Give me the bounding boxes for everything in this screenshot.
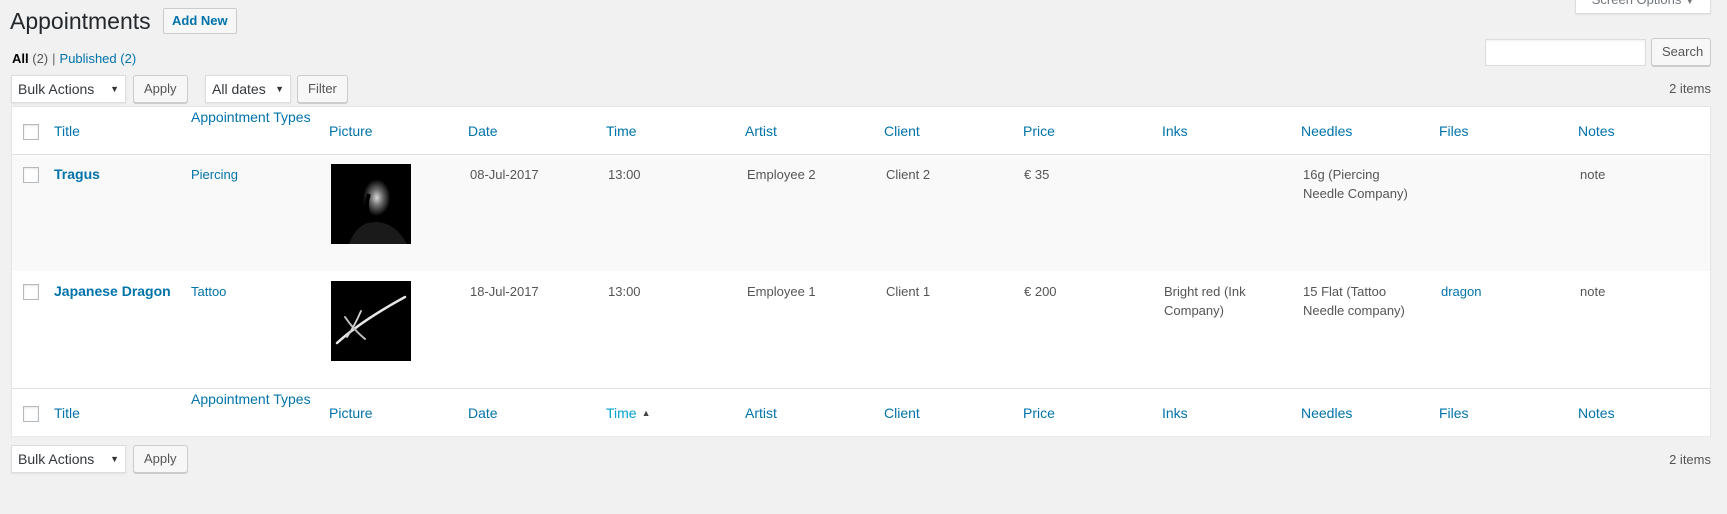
row-time: 13:00	[608, 284, 641, 299]
row-title-link[interactable]: Japanese Dragon	[54, 283, 171, 299]
appointments-table: Title Appointment Types Picture Date Tim…	[11, 106, 1711, 436]
caret-down-icon: ▼	[275, 84, 284, 94]
date-filter-value: All dates	[212, 81, 266, 97]
row-needles: 16g (Piercing Needle Company)	[1303, 167, 1408, 201]
search-input[interactable]	[1485, 39, 1646, 66]
screen-options-label: Screen Options	[1592, 0, 1682, 7]
column-date[interactable]: Date	[468, 405, 498, 421]
column-client[interactable]: Client	[884, 123, 920, 139]
column-appointment-types[interactable]: Appointment Types	[191, 391, 311, 407]
column-notes[interactable]: Notes	[1578, 123, 1615, 139]
brush-stroke-image	[331, 281, 411, 361]
status-views: All (2) | Published (2)	[12, 51, 136, 66]
sort-ascending-icon: ▲	[641, 408, 651, 418]
column-price[interactable]: Price	[1023, 123, 1055, 139]
column-title[interactable]: Title	[54, 405, 80, 421]
apply-button-bottom[interactable]: Apply	[133, 445, 188, 473]
row-needles: 15 Flat (Tattoo Needle company)	[1303, 284, 1405, 318]
row-price: € 35	[1024, 167, 1050, 182]
row-artist: Employee 2	[747, 167, 816, 182]
search-button[interactable]: Search	[1651, 38, 1711, 66]
row-date: 08-Jul-2017	[470, 167, 539, 182]
column-time[interactable]: Time	[606, 123, 637, 139]
caret-down-icon: ▼	[110, 84, 119, 94]
table-row: Japanese Dragon Tattoo 18-Jul-2017 13:00…	[12, 272, 1710, 388]
items-count-bottom: 2 items	[1669, 452, 1711, 467]
page-title: Appointments	[10, 8, 151, 34]
row-artist: Employee 1	[747, 284, 816, 299]
screen-options-button[interactable]: Screen Options▼	[1575, 0, 1711, 14]
column-time-sorted[interactable]: Time ▲	[606, 405, 651, 421]
row-file-link[interactable]: dragon	[1441, 282, 1481, 301]
column-needles[interactable]: Needles	[1301, 123, 1352, 139]
select-all-checkbox-footer[interactable]	[23, 406, 39, 422]
row-client: Client 2	[886, 167, 931, 182]
row-notes: note	[1580, 167, 1606, 182]
column-inks[interactable]: Inks	[1162, 123, 1188, 139]
row-notes: note	[1580, 284, 1606, 299]
bulk-actions-select-bottom[interactable]: Bulk Actions ▼	[11, 445, 126, 473]
row-title-link[interactable]: Tragus	[54, 166, 100, 182]
column-client[interactable]: Client	[884, 405, 920, 421]
row-type-link[interactable]: Piercing	[191, 165, 238, 184]
table-footer: Title Appointment Types Picture Date Tim…	[12, 388, 1710, 436]
view-all-link[interactable]: All (2)	[12, 51, 48, 66]
apply-button-top[interactable]: Apply	[133, 75, 188, 103]
portrait-photo	[331, 164, 411, 244]
column-files[interactable]: Files	[1439, 405, 1469, 421]
view-published-link[interactable]: Published (2)	[60, 51, 137, 66]
column-artist[interactable]: Artist	[745, 405, 777, 421]
column-files[interactable]: Files	[1439, 123, 1469, 139]
table-header: Title Appointment Types Picture Date Tim…	[12, 107, 1710, 155]
date-filter-select[interactable]: All dates ▼	[205, 75, 291, 103]
caret-down-icon: ▼	[110, 454, 119, 464]
row-checkbox[interactable]	[23, 167, 39, 183]
add-new-button[interactable]: Add New	[163, 8, 237, 34]
column-inks[interactable]: Inks	[1162, 405, 1188, 421]
column-price[interactable]: Price	[1023, 405, 1055, 421]
row-type-link[interactable]: Tattoo	[191, 282, 226, 301]
column-artist[interactable]: Artist	[745, 123, 777, 139]
bulk-actions-value: Bulk Actions	[18, 451, 95, 467]
column-appointment-types[interactable]: Appointment Types	[191, 109, 311, 125]
column-picture[interactable]: Picture	[329, 405, 373, 421]
column-title[interactable]: Title	[54, 123, 80, 139]
row-checkbox[interactable]	[23, 284, 39, 300]
caret-down-icon: ▼	[1685, 0, 1695, 6]
column-notes[interactable]: Notes	[1578, 405, 1615, 421]
views-separator: |	[52, 51, 56, 66]
bulk-actions-value: Bulk Actions	[18, 81, 95, 97]
items-count-top: 2 items	[1669, 81, 1711, 96]
row-time: 13:00	[608, 167, 641, 182]
column-date[interactable]: Date	[468, 123, 498, 139]
bulk-actions-select-top[interactable]: Bulk Actions ▼	[11, 75, 126, 103]
column-needles[interactable]: Needles	[1301, 405, 1352, 421]
row-price: € 200	[1024, 284, 1057, 299]
row-client: Client 1	[886, 284, 931, 299]
row-inks: Bright red (Ink Company)	[1164, 284, 1246, 318]
select-all-checkbox[interactable]	[23, 124, 39, 140]
column-picture[interactable]: Picture	[329, 123, 373, 139]
filter-button[interactable]: Filter	[297, 75, 348, 103]
row-date: 18-Jul-2017	[470, 284, 539, 299]
table-row: Tragus Piercing 08-Jul-2017 13:00 Employ…	[12, 155, 1710, 271]
